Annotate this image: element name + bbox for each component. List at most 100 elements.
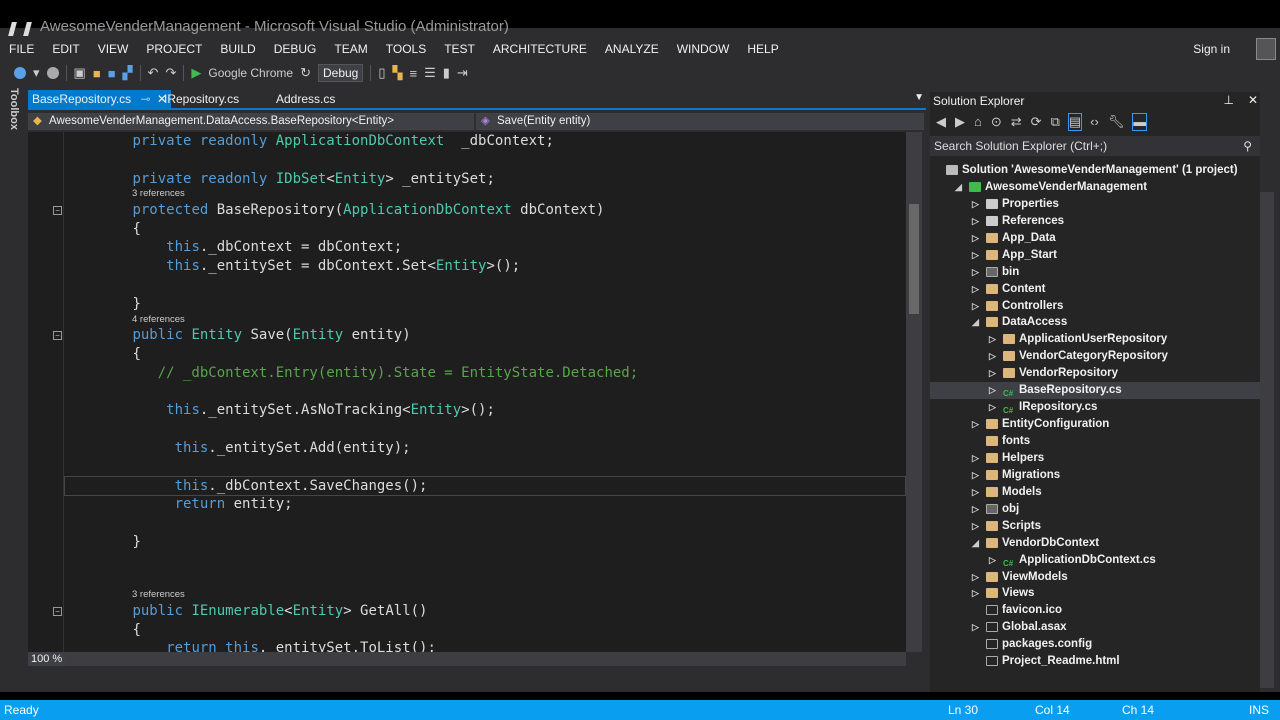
- expand-arrow-icon[interactable]: ▷: [989, 331, 999, 348]
- tree-item[interactable]: ▷ bin: [930, 264, 1260, 281]
- tree-item[interactable]: fonts: [930, 433, 1260, 450]
- expand-arrow-icon[interactable]: ▷: [972, 196, 982, 213]
- device-icon[interactable]: ▯: [378, 65, 385, 81]
- browser-select[interactable]: Google Chrome: [208, 66, 293, 80]
- menu-build[interactable]: BUILD: [211, 40, 264, 60]
- code-lens-references[interactable]: 3 references: [65, 188, 905, 201]
- tab-irepository[interactable]: IRepository.cs: [160, 90, 243, 108]
- tree-item[interactable]: ▷ Migrations: [930, 467, 1260, 484]
- code-line[interactable]: {: [65, 220, 905, 239]
- expand-arrow-icon[interactable]: ▷: [989, 382, 999, 399]
- start-debugging-icon[interactable]: ▶: [191, 65, 201, 81]
- show-all-files-icon[interactable]: ▤: [1067, 113, 1083, 131]
- collapse-arrow-icon[interactable]: ◢: [972, 314, 982, 331]
- toolbox-tab[interactable]: Toolbox: [6, 88, 20, 130]
- code-line[interactable]: [65, 383, 905, 402]
- tree-item[interactable]: ◢ VendorDbContext: [930, 535, 1260, 552]
- tree-item[interactable]: ▷ App_Start: [930, 247, 1260, 264]
- collapse-arrow-icon[interactable]: ◢: [972, 535, 982, 552]
- tree-item[interactable]: ▷ C# BaseRepository.cs: [930, 382, 1260, 400]
- code-line[interactable]: private readonly IDbSet<Entity> _entityS…: [65, 170, 905, 189]
- tree-item[interactable]: ▷ Views: [930, 585, 1260, 602]
- scrollbar-thumb[interactable]: [909, 204, 919, 314]
- tree-item[interactable]: ▷ Properties: [930, 196, 1260, 213]
- pin-icon[interactable]: ⊸: [141, 92, 151, 106]
- collapse-arrow-icon[interactable]: ◢: [955, 179, 965, 196]
- new-project-icon[interactable]: ▣: [74, 65, 86, 81]
- expand-arrow-icon[interactable]: ▷: [972, 585, 982, 602]
- tab-overflow-icon[interactable]: ▼: [914, 92, 924, 103]
- zoom-level-select[interactable]: 100 %: [28, 652, 66, 666]
- editor-vertical-scrollbar[interactable]: [906, 132, 922, 652]
- tree-item[interactable]: ▷ EntityConfiguration: [930, 416, 1260, 433]
- bookmark-next-icon[interactable]: ⇥: [457, 65, 468, 81]
- preview-icon[interactable]: ▬: [1132, 113, 1148, 131]
- pending-changes-filter-icon[interactable]: ⊙: [991, 114, 1002, 130]
- solution-search-input[interactable]: Search Solution Explorer (Ctrl+;) ⚲: [930, 136, 1260, 156]
- code-lens-references[interactable]: 3 references: [65, 589, 905, 602]
- menu-team[interactable]: TEAM: [325, 40, 376, 60]
- expand-arrow-icon[interactable]: ▷: [972, 264, 982, 281]
- expand-arrow-icon[interactable]: ▷: [972, 619, 982, 636]
- solution-explorer-scrollbar[interactable]: [1260, 192, 1274, 688]
- tree-item[interactable]: ▷ ViewModels: [930, 569, 1260, 586]
- tree-item[interactable]: ▷ ApplicationUserRepository: [930, 331, 1260, 348]
- search-icon[interactable]: ⚲: [1243, 136, 1252, 156]
- expand-arrow-icon[interactable]: ▷: [972, 467, 982, 484]
- menu-analyze[interactable]: ANALYZE: [596, 40, 668, 60]
- tree-item[interactable]: ▷ Content: [930, 281, 1260, 298]
- expand-arrow-icon[interactable]: ▷: [972, 281, 982, 298]
- outline-collapse-icon[interactable]: −: [53, 606, 62, 616]
- sync-icon[interactable]: ⇄: [1011, 114, 1022, 130]
- configuration-select[interactable]: Debug: [317, 64, 364, 82]
- back-icon[interactable]: [14, 67, 26, 79]
- tree-item[interactable]: ▷ Global.asax: [930, 619, 1260, 636]
- outline-collapse-icon[interactable]: −: [53, 205, 62, 215]
- tree-item[interactable]: ▷ References: [930, 213, 1260, 230]
- code-line[interactable]: public Entity Save(Entity entity): [65, 326, 905, 345]
- find-icon[interactable]: ▚: [393, 65, 403, 81]
- properties-icon[interactable]: 🔧︎: [1108, 114, 1125, 130]
- code-line[interactable]: return this._entitySet.ToList();: [65, 639, 905, 652]
- code-line[interactable]: this._dbContext = dbContext;: [65, 238, 905, 257]
- type-dropdown[interactable]: ◆ AwesomeVenderManagement.DataAccess.Base…: [28, 113, 474, 130]
- menu-edit[interactable]: EDIT: [43, 40, 88, 60]
- tree-item[interactable]: ▷ Controllers: [930, 298, 1260, 315]
- code-lines[interactable]: private readonly ApplicationDbContext _d…: [64, 132, 906, 652]
- back-icon[interactable]: ◀: [936, 114, 946, 130]
- code-line[interactable]: public IEnumerable<Entity> GetAll(): [65, 602, 905, 621]
- refresh-icon[interactable]: ⟳: [1031, 114, 1042, 130]
- sign-in-link[interactable]: Sign in: [1193, 42, 1230, 56]
- code-line[interactable]: [65, 458, 905, 477]
- code-line[interactable]: {: [65, 345, 905, 364]
- tree-item[interactable]: ▷ VendorRepository: [930, 365, 1260, 382]
- tree-item[interactable]: ◢ AwesomeVenderManagement: [930, 179, 1260, 196]
- code-line[interactable]: this._dbContext.SaveChanges();: [64, 475, 906, 497]
- code-line[interactable]: return entity;: [65, 495, 905, 514]
- user-avatar-icon[interactable]: [1256, 38, 1276, 60]
- bookmark-icon[interactable]: ▮: [443, 65, 450, 81]
- menu-project[interactable]: PROJECT: [137, 40, 211, 60]
- menu-test[interactable]: TEST: [435, 40, 484, 60]
- tree-item[interactable]: ▷ C# ApplicationDbContext.cs: [930, 552, 1260, 569]
- expand-arrow-icon[interactable]: ▷: [972, 569, 982, 586]
- expand-arrow-icon[interactable]: ▷: [972, 450, 982, 467]
- collapse-all-icon[interactable]: ⧉: [1051, 114, 1060, 130]
- expand-arrow-icon[interactable]: ▷: [989, 365, 999, 382]
- tree-item[interactable]: ▷ App_Data: [930, 230, 1260, 247]
- expand-arrow-icon[interactable]: ▷: [972, 213, 982, 230]
- code-line[interactable]: private readonly ApplicationDbContext _d…: [65, 132, 905, 151]
- code-line[interactable]: this._entitySet.Add(entity);: [65, 439, 905, 458]
- code-line[interactable]: // _dbContext.Entry(entity).State = Enti…: [65, 364, 905, 383]
- comment-icon[interactable]: ☰: [424, 65, 436, 81]
- view-code-icon[interactable]: ‹›: [1090, 114, 1099, 130]
- expand-arrow-icon[interactable]: ▷: [972, 230, 982, 247]
- code-line[interactable]: }: [65, 533, 905, 552]
- code-line[interactable]: {: [65, 621, 905, 640]
- tree-item[interactable]: ▷ C# IRepository.cs: [930, 399, 1260, 416]
- menu-architecture[interactable]: ARCHITECTURE: [484, 40, 596, 60]
- tree-item[interactable]: packages.config: [930, 636, 1260, 653]
- menu-file[interactable]: FILE: [0, 40, 43, 60]
- menu-window[interactable]: WINDOW: [668, 40, 739, 60]
- expand-arrow-icon[interactable]: ▷: [972, 247, 982, 264]
